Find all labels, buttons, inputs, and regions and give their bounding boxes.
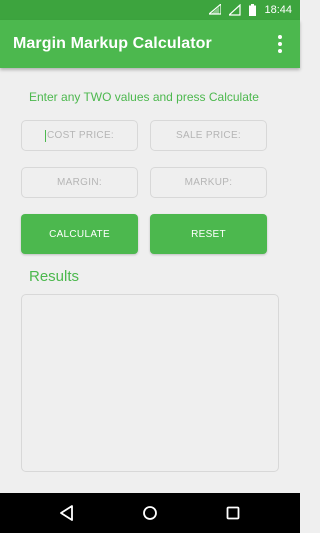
sale-price-placeholder: SALE PRICE: bbox=[176, 130, 241, 141]
markup-placeholder: MARKUP: bbox=[184, 177, 233, 188]
back-icon[interactable] bbox=[57, 503, 77, 523]
recents-icon[interactable] bbox=[223, 503, 243, 523]
navigation-bar bbox=[0, 493, 300, 533]
app-title: Margin Markup Calculator bbox=[13, 35, 212, 52]
results-box bbox=[21, 294, 279, 472]
margin-placeholder: MARGIN: bbox=[57, 177, 102, 188]
markup-field[interactable]: MARKUP: bbox=[150, 167, 267, 198]
reset-button[interactable]: RESET bbox=[150, 214, 267, 254]
wifi-icon bbox=[209, 4, 222, 16]
sale-price-field[interactable]: SALE PRICE: bbox=[150, 120, 267, 151]
instruction-text: Enter any TWO values and press Calculate bbox=[29, 90, 259, 104]
battery-icon bbox=[249, 4, 257, 16]
cost-price-placeholder: COST PRICE: bbox=[46, 130, 115, 141]
text-cursor bbox=[44, 129, 46, 142]
more-vert-icon[interactable] bbox=[270, 34, 290, 54]
app-bar: Margin Markup Calculator bbox=[0, 20, 300, 68]
calculate-button[interactable]: CALCULATE bbox=[21, 214, 138, 254]
cost-price-field[interactable]: COST PRICE: bbox=[21, 120, 138, 151]
home-icon[interactable] bbox=[140, 503, 160, 523]
signal-icon bbox=[229, 4, 242, 16]
status-bar: 18:44 bbox=[0, 0, 300, 20]
results-title: Results bbox=[29, 268, 80, 285]
margin-field[interactable]: MARGIN: bbox=[21, 167, 138, 198]
status-time: 18:44 bbox=[264, 4, 292, 16]
